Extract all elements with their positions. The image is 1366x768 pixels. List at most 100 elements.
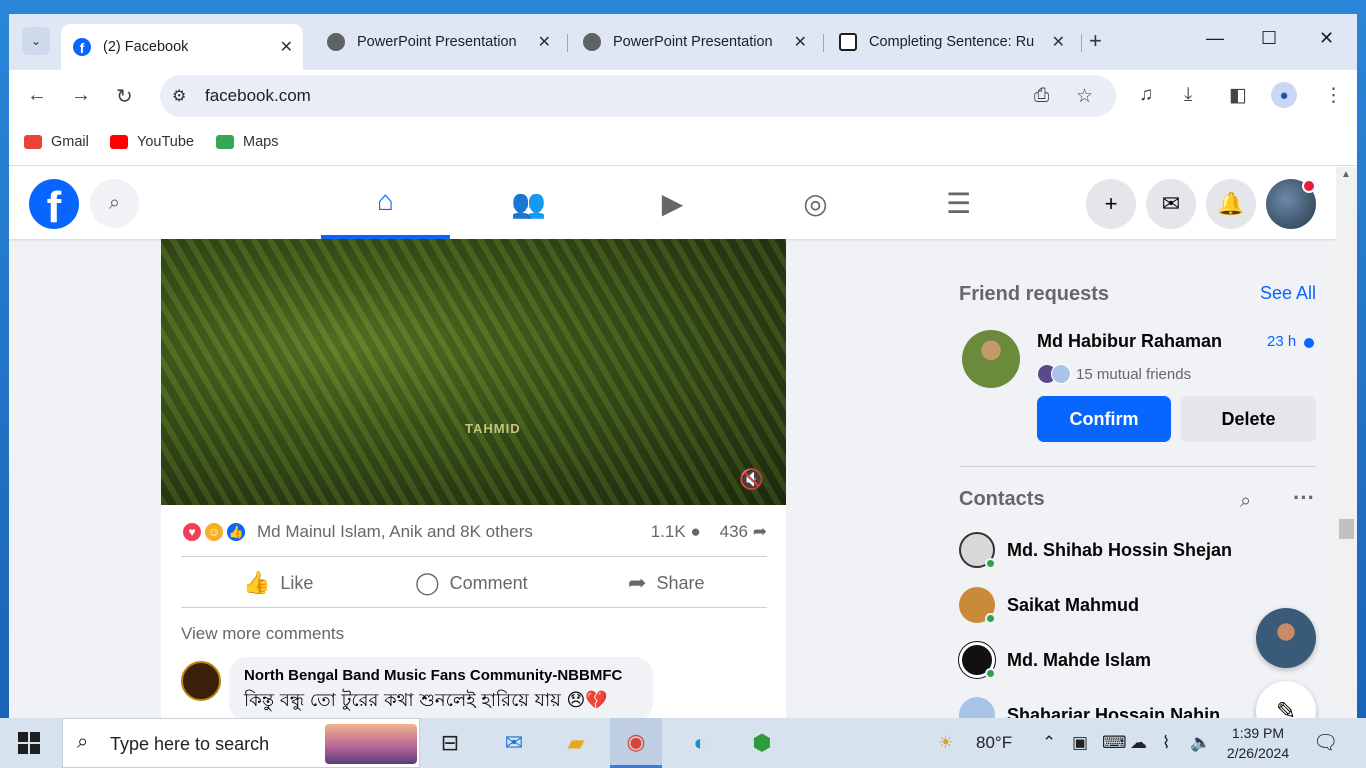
scroll-up-arrow-icon[interactable]: ▲ <box>1341 169 1351 180</box>
muted-speaker-icon[interactable]: 🔇 <box>739 467 764 492</box>
site-info-icon[interactable]: ⚙ <box>172 86 186 106</box>
mutual-friends-text[interactable]: 15 mutual friends <box>1076 366 1191 383</box>
chevron-up-icon[interactable]: ⌃ <box>1042 733 1056 753</box>
like-reaction-icon: 👍 <box>225 521 247 543</box>
like-button[interactable]: 👍 Like <box>243 570 313 596</box>
friend-request-avatar[interactable] <box>962 330 1020 388</box>
confirm-button[interactable]: Confirm <box>1037 396 1171 442</box>
taskbar-search-placeholder: Type here to search <box>110 734 270 754</box>
system-clock[interactable]: 1:39 PM 2/26/2024 <box>1222 723 1294 763</box>
close-icon[interactable]: ✕ <box>794 32 807 52</box>
weather-icon[interactable]: ☀ <box>938 733 953 753</box>
messenger-icon[interactable]: ✉ <box>1146 179 1196 229</box>
window-close-icon[interactable]: ✕ <box>1319 28 1334 49</box>
more-options-icon[interactable]: ··· <box>1293 485 1315 511</box>
downloads-icon[interactable]: ⤓ <box>1184 84 1192 106</box>
url-text[interactable]: facebook.com <box>205 86 311 106</box>
bookmark-star-icon[interactable]: ☆ <box>1076 85 1093 108</box>
comment-button[interactable]: ◯ Comment <box>415 570 528 596</box>
love-reaction-icon: ♥ <box>181 521 203 543</box>
tab-title: (2) Facebook <box>103 39 189 55</box>
forward-arrow-icon[interactable]: → <box>71 84 91 107</box>
clock-time: 1:39 PM <box>1231 725 1285 741</box>
edge-icon[interactable]: ◐ <box>674 718 726 768</box>
delete-button[interactable]: Delete <box>1181 396 1316 442</box>
close-icon[interactable]: ✕ <box>538 32 551 52</box>
account-avatar[interactable] <box>1266 179 1316 229</box>
wifi-icon[interactable]: ⌇ <box>1162 733 1170 753</box>
tab-powerpoint-1[interactable]: PowerPoint Presentation ✕ <box>315 24 561 60</box>
scroll-thumb[interactable] <box>1339 519 1354 539</box>
back-arrow-icon[interactable]: ← <box>27 84 47 107</box>
chat-head-avatar[interactable] <box>1256 608 1316 668</box>
page-scrollbar[interactable]: ▲ <box>1336 167 1357 718</box>
minimize-icon[interactable]: — <box>1206 28 1224 49</box>
tab-title: Completing Sentence: Ru <box>869 34 1035 50</box>
maximize-icon[interactable]: ☐ <box>1261 28 1277 49</box>
profile-icon[interactable]: ● <box>1271 82 1297 108</box>
tab-search-button[interactable]: ⌄ <box>22 27 50 55</box>
search-icon[interactable]: ⌕ <box>90 179 139 228</box>
input-method-icon[interactable]: ⌨ <box>1102 733 1127 753</box>
new-tab-icon[interactable]: + <box>1089 28 1102 54</box>
contact-item[interactable]: Saikat Mahmud <box>959 587 1259 627</box>
install-app-icon[interactable]: ⎙ <box>1034 85 1049 107</box>
home-icon[interactable]: ⌂ <box>321 167 450 239</box>
create-plus-icon[interactable]: + <box>1086 179 1136 229</box>
share-button[interactable]: ➦ Share <box>628 570 704 596</box>
weather-temperature[interactable]: 80°F <box>976 733 1012 753</box>
see-all-link[interactable]: See All <box>1260 283 1316 304</box>
tab-facebook[interactable]: f (2) Facebook ✕ <box>61 24 303 70</box>
media-control-icon[interactable]: ♫ <box>1139 84 1153 106</box>
side-panel-icon[interactable]: ◧ <box>1229 84 1247 107</box>
menu-dots-icon[interactable]: ⋮ <box>1324 84 1343 107</box>
youtube-icon <box>110 135 128 149</box>
comment-author[interactable]: North Bengal Band Music Fans Community-N… <box>244 667 638 684</box>
tab-completing-sentence[interactable]: Completing Sentence: Ru ✕ <box>827 24 1075 60</box>
task-view-icon[interactable]: ⊟ <box>424 718 476 768</box>
new-message-compose-icon[interactable]: ✎ <box>1256 681 1316 718</box>
taskbar-search-box[interactable]: ⌕ Type here to search <box>62 718 420 768</box>
reactions-summary[interactable]: ♥ ☺ 👍 Md Mainul Islam, Anik and 8K other… <box>181 519 767 549</box>
friends-icon[interactable]: 👥 <box>464 167 593 239</box>
mutual-friends-avatars <box>1037 364 1073 384</box>
bookmark-label: Gmail <box>51 134 89 150</box>
menu-icon[interactable]: ☰ <box>894 167 1023 239</box>
search-icon[interactable]: ⌕ <box>1240 490 1251 513</box>
reload-icon[interactable]: ↻ <box>116 84 133 109</box>
groups-icon[interactable]: ◎ <box>751 167 880 239</box>
friend-request-name[interactable]: Md Habibur Rahaman <box>1037 331 1222 352</box>
mail-icon[interactable]: ✉ <box>488 718 540 768</box>
post-video[interactable]: TAHMID 🔇 <box>161 239 786 505</box>
contact-item[interactable]: Md. Shihab Hossin Shejan <box>959 532 1259 572</box>
device-icon[interactable]: ▣ <box>1072 733 1088 753</box>
commenter-avatar[interactable] <box>181 661 221 701</box>
address-bar[interactable]: ⚙ facebook.com ⎙ ☆ <box>160 75 1116 117</box>
notifications-bell-icon[interactable]: 🔔 <box>1206 179 1256 229</box>
bookmark-youtube[interactable]: YouTube <box>110 134 194 150</box>
volume-icon[interactable]: 🔈 <box>1190 733 1211 753</box>
onedrive-warning-icon[interactable]: ☁ <box>1130 733 1147 753</box>
file-explorer-icon[interactable]: ▰ <box>550 718 602 768</box>
contact-item[interactable]: Md. Mahde Islam <box>958 641 1259 682</box>
bookmark-gmail[interactable]: Gmail <box>24 134 89 150</box>
windows-start-icon[interactable] <box>18 732 40 754</box>
bookmark-maps[interactable]: Maps <box>216 134 278 150</box>
share-count[interactable]: 436 <box>720 522 748 541</box>
tab-powerpoint-2[interactable]: PowerPoint Presentation ✕ <box>571 24 817 60</box>
view-more-comments-link[interactable]: View more comments <box>181 624 344 644</box>
reactors-text[interactable]: Md Mainul Islam, Anik and 8K others <box>257 522 533 542</box>
facebook-logo-icon[interactable]: f <box>29 179 79 229</box>
green-cube-app-icon[interactable]: ⬢ <box>736 718 788 768</box>
engagement-counts: 1.1K ● 436 ➦ <box>651 522 767 542</box>
chrome-icon[interactable]: ◉ <box>610 718 662 768</box>
close-icon[interactable]: ✕ <box>280 37 293 57</box>
notifications-icon[interactable]: 🗨 <box>1313 730 1338 755</box>
contact-item[interactable]: Shahariar Hossain Nahin <box>959 697 1259 718</box>
comment-count[interactable]: 1.1K <box>651 522 686 541</box>
close-icon[interactable]: ✕ <box>1052 32 1065 52</box>
video-icon[interactable]: ▶ <box>608 167 737 239</box>
browser-window: ⌄ f (2) Facebook ✕ PowerPoint Presentati… <box>9 14 1357 718</box>
online-status-dot <box>985 668 996 679</box>
search-highlight-image <box>325 724 417 764</box>
